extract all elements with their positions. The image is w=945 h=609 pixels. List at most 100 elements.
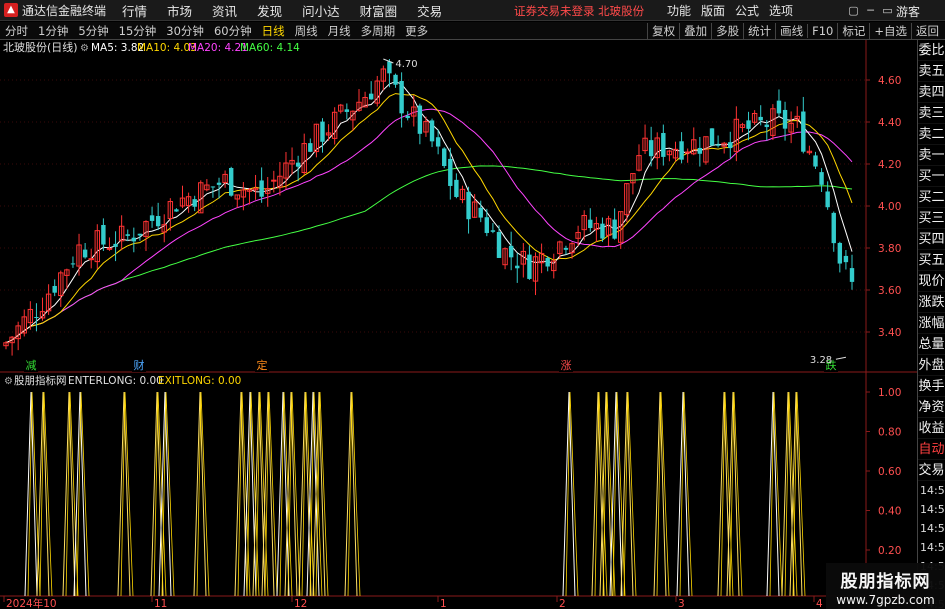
kline-chart[interactable]: 北玻股份(日线) ⚙ MA5: 3.82 MA10: 4.03 MA20: 4.… (0, 40, 945, 609)
sidebar-item[interactable]: 委比 (918, 40, 945, 61)
gear-icon: ⚙ (4, 376, 13, 387)
candles (3, 59, 855, 356)
candle-down (174, 209, 179, 212)
guest-label[interactable]: 游客 (896, 3, 920, 20)
sidebar-item[interactable]: 买二 (918, 187, 945, 208)
sidebar-item[interactable]: 涨幅 (918, 313, 945, 334)
period-60min[interactable]: 60分钟 (209, 23, 257, 39)
candle-down (508, 245, 514, 258)
candle-down (308, 143, 313, 152)
sidebar-item[interactable]: 换手 (918, 376, 945, 397)
candle-down (758, 116, 763, 121)
sidebar-item[interactable]: 买五 (918, 250, 945, 271)
menu-item-trade[interactable]: 交易 (407, 1, 452, 20)
tool-add-watch[interactable]: +自选 (869, 23, 911, 39)
watermark-title: 股朋指标网 (840, 572, 931, 592)
period-monthly[interactable]: 月线 (323, 23, 356, 39)
candle-down (466, 191, 471, 220)
sidebar-item[interactable]: 涨跌 (918, 292, 945, 313)
sidebar-item[interactable]: 卖二 (918, 124, 945, 145)
sidebar-tab[interactable]: 交易 (918, 460, 945, 481)
min-pointer (835, 356, 847, 360)
period-more[interactable]: 更多 (400, 23, 433, 39)
price-tick-label: 4.20 (878, 159, 901, 171)
sidebar-item[interactable]: 现价 (918, 271, 945, 292)
candle-down (320, 121, 325, 142)
period-intraday[interactable]: 分时 (0, 23, 33, 39)
candle-down (843, 255, 849, 263)
app-logo[interactable]: ▲ 通达信金融终端 (0, 0, 112, 21)
candle-down (801, 111, 806, 152)
menu-item-exchange[interactable]: 市场 (157, 1, 202, 20)
sidebar-item[interactable]: 卖四 (918, 82, 945, 103)
login-notice[interactable]: 证券交易未登录 北玻股份 (514, 3, 644, 19)
candle-down (34, 317, 39, 319)
tool-mark[interactable]: 标记 (837, 23, 869, 39)
candle-down (113, 243, 118, 247)
candle-down (125, 234, 130, 236)
date-label: 11 (154, 598, 167, 609)
tool-back[interactable]: 返回 (911, 23, 943, 39)
menu-item-ask[interactable]: 问小达 (292, 1, 350, 20)
trade-time: 14:56 (920, 484, 945, 497)
tool-f10[interactable]: F10 (807, 24, 837, 38)
maximize-icon[interactable]: ▭ (879, 4, 896, 17)
candle-down (515, 265, 520, 269)
gear-icon: ⚙ (80, 43, 89, 54)
sidebar-item[interactable]: 买一 (918, 166, 945, 187)
ma5-polyline (5, 80, 853, 344)
restore-icon[interactable]: ▢ (845, 4, 862, 17)
menu-item-market[interactable]: 行情 (112, 1, 157, 20)
minimize-icon[interactable]: ─ (862, 4, 879, 17)
indicator-spikes (24, 391, 806, 597)
sidebar-item[interactable]: 买三 (918, 208, 945, 229)
ma10-polyline (5, 93, 853, 344)
menu-item-discover[interactable]: 发现 (247, 1, 292, 20)
enterlong-label: ENTERLONG: 0.00 (68, 375, 163, 387)
sidebar-item[interactable]: 买四 (918, 229, 945, 250)
window-controls: ▢ ─ ▭ (845, 0, 896, 21)
sidebar-item[interactable]: 卖一 (918, 145, 945, 166)
chart-area[interactable]: 北玻股份(日线) ⚙ MA5: 3.82 MA10: 4.03 MA20: 4.… (0, 40, 945, 609)
exitlong-label: EXITLONG: 0.00 (158, 375, 241, 387)
period-weekly[interactable]: 周线 (290, 23, 323, 39)
period-15min[interactable]: 15分钟 (114, 23, 162, 39)
menu-item-options[interactable]: 选项 (764, 2, 798, 19)
sidebar-item[interactable]: 收益 (918, 418, 945, 439)
candle-down (490, 230, 496, 232)
period-1min[interactable]: 1分钟 (33, 23, 73, 39)
candle-down (259, 180, 264, 197)
period-30min[interactable]: 30分钟 (161, 23, 209, 39)
sidebar-item[interactable]: 卖三 (918, 103, 945, 124)
sidebar-item[interactable]: 卖五 (918, 61, 945, 82)
menu-item-formula[interactable]: 公式 (730, 2, 764, 19)
candle-down (709, 128, 715, 146)
sidebar-item[interactable]: 外盘 (918, 355, 945, 376)
menu-item-news[interactable]: 资讯 (202, 1, 247, 20)
sidebar-item[interactable]: 总量 (918, 334, 945, 355)
period-5min[interactable]: 5分钟 (73, 23, 113, 39)
sidebar-tab[interactable]: 自动 (918, 439, 945, 460)
tool-draw[interactable]: 画线 (775, 23, 807, 39)
event-marker: 定 (257, 358, 268, 372)
menu-item-wealth[interactable]: 财富圈 (350, 1, 408, 20)
candle-up (684, 151, 691, 154)
date-label: 12 (294, 598, 307, 609)
menu-item-function[interactable]: 功能 (662, 2, 696, 19)
menu-item-layout[interactable]: 版面 (696, 2, 730, 19)
tool-overlay[interactable]: 叠加 (679, 23, 711, 39)
candle-down (344, 109, 350, 112)
candle-down (825, 191, 830, 208)
candle-down (442, 148, 447, 167)
tool-adjust[interactable]: 复权 (647, 23, 679, 39)
candle-down (496, 232, 502, 258)
date-label: 1 (440, 598, 447, 609)
event-markers: 减财定涨跌 (24, 358, 838, 372)
trading-terminal-window: ▲ 通达信金融终端 行情 市场 资讯 发现 问小达 财富圈 交易 证券交易未登录… (0, 0, 945, 609)
candle-down (101, 224, 106, 245)
sidebar-item[interactable]: 净资 (918, 397, 945, 418)
tool-stats[interactable]: 统计 (743, 23, 775, 39)
period-multi[interactable]: 多周期 (356, 23, 401, 39)
tool-multi[interactable]: 多股 (711, 23, 743, 39)
period-daily[interactable]: 日线 (257, 23, 290, 39)
